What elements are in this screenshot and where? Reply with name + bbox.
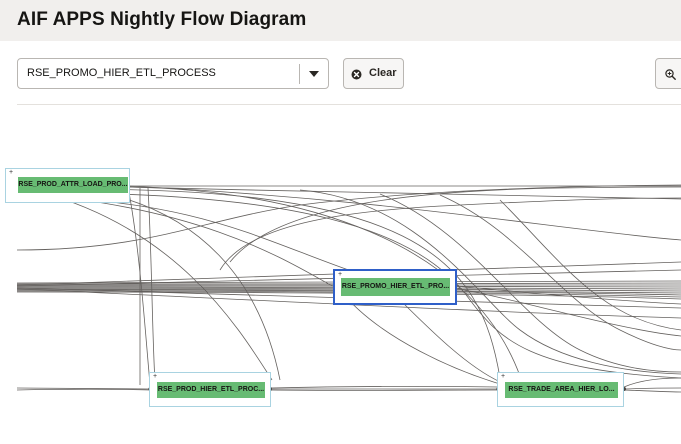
zoom-in-icon [665, 69, 676, 80]
expand-icon[interactable]: + [152, 373, 158, 380]
clear-circle-x-icon [351, 69, 362, 80]
flow-node-prod-attr[interactable]: + RSE_PROD_ATTR_LOAD_PRO... [5, 168, 130, 203]
flow-node-trade-area[interactable]: + RSE_TRADE_AREA_HIER_LO... [497, 372, 624, 407]
flow-node-label: RSE_TRADE_AREA_HIER_LO... [505, 382, 618, 398]
toolbar-divider [17, 104, 681, 105]
page-title: AIF APPS Nightly Flow Diagram [17, 9, 307, 30]
flow-node-label: RSE_PROD_HIER_ETL_PROC... [157, 382, 265, 398]
expand-icon[interactable]: + [500, 373, 506, 380]
flow-node-promo-hier[interactable]: + RSE_PROMO_HIER_ETL_PRO... [333, 269, 457, 305]
expand-icon[interactable]: + [8, 169, 14, 176]
toolbar: RSE_PROMO_HIER_ETL_PROCESS Clear [0, 41, 681, 105]
process-select[interactable]: RSE_PROMO_HIER_ETL_PROCESS [17, 58, 329, 89]
process-select-value: RSE_PROMO_HIER_ETL_PROCESS [27, 67, 216, 79]
clear-button-label: Clear [369, 67, 397, 79]
page-header: AIF APPS Nightly Flow Diagram [0, 0, 681, 41]
clear-button[interactable]: Clear [343, 58, 404, 89]
chevron-down-icon [309, 71, 319, 77]
select-dropdown-button[interactable] [300, 59, 329, 88]
flow-node-label: RSE_PROMO_HIER_ETL_PRO... [341, 278, 450, 296]
flow-node-prod-hier[interactable]: + RSE_PROD_HIER_ETL_PROC... [149, 372, 271, 407]
flow-node-label: RSE_PROD_ATTR_LOAD_PRO... [18, 177, 128, 193]
flow-diagram-canvas[interactable]: + RSE_PROD_ATTR_LOAD_PRO... + RSE_PROMO_… [0, 106, 681, 444]
zoom-in-button[interactable] [655, 58, 681, 89]
